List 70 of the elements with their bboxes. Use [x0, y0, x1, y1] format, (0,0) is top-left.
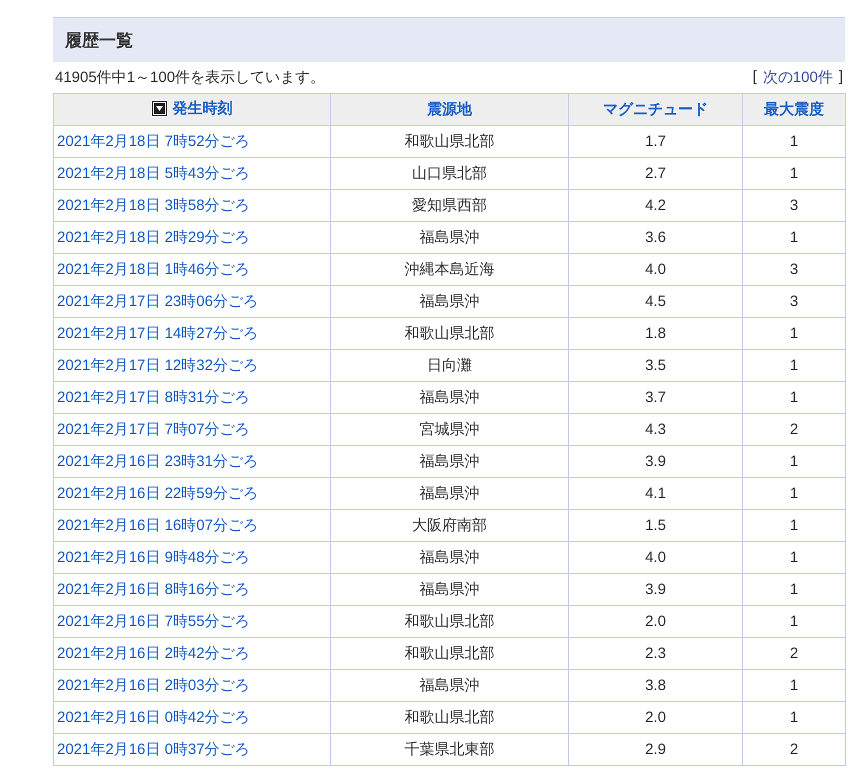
table-cell: 1 [742, 382, 846, 414]
table-cell: 日向灘 [330, 350, 568, 382]
table-cell: 4.1 [568, 478, 742, 510]
table-cell: 愛知県西部 [330, 190, 568, 222]
table-cell: 1 [742, 126, 846, 158]
bracket: ] [838, 68, 843, 87]
table-cell: 1 [742, 158, 846, 190]
table-cell: 2.0 [568, 702, 742, 734]
table-cell: 1 [742, 446, 846, 478]
table-cell: 3 [742, 190, 846, 222]
table-cell: 和歌山県北部 [330, 702, 568, 734]
table-cell: 3.9 [568, 574, 742, 606]
table-cell: 1.8 [568, 318, 742, 350]
table-cell: 福島県沖 [330, 222, 568, 254]
table-cell: 4.3 [568, 414, 742, 446]
table-cell: 1 [742, 318, 846, 350]
table-cell: 4.0 [568, 254, 742, 286]
table-cell: 1 [742, 702, 846, 734]
table-cell: 福島県沖 [330, 670, 568, 702]
table-cell: 福島県沖 [330, 446, 568, 478]
table-cell: 1 [742, 222, 846, 254]
table-cell: 和歌山県北部 [330, 606, 568, 638]
table-cell: 1 [742, 606, 846, 638]
column-header[interactable]: 震源地 [330, 94, 568, 126]
table-cell: 1 [742, 542, 846, 574]
table-cell: 1.7 [568, 126, 742, 158]
table-cell: 和歌山県北部 [330, 638, 568, 670]
table-cell: 2 [742, 414, 846, 446]
table-cell: 1.5 [568, 510, 742, 542]
table-cell: 宮城県沖 [330, 414, 568, 446]
bracket: [ [752, 68, 757, 87]
table-cell: 2.3 [568, 638, 742, 670]
table-cell: 3 [742, 254, 846, 286]
table-cell: 大阪府南部 [330, 510, 568, 542]
table-cell: 和歌山県北部 [330, 318, 568, 350]
table-cell: 4.0 [568, 542, 742, 574]
table-cell: 福島県沖 [330, 542, 568, 574]
table-cell: 4.5 [568, 286, 742, 318]
table-cell: 3.7 [568, 382, 742, 414]
column-header[interactable]: マグニチュード [568, 94, 742, 126]
table-cell: 3.9 [568, 446, 742, 478]
table-cell: 1 [742, 510, 846, 542]
table-cell: 千葉県北東部 [330, 734, 568, 766]
next-page-link[interactable]: 次の100件 [762, 68, 833, 87]
sort-descending-icon [152, 101, 166, 116]
table-cell: 3.5 [568, 350, 742, 382]
table-cell: 2.9 [568, 734, 742, 766]
table-cell: 1 [742, 478, 846, 510]
table-cell: 2.0 [568, 606, 742, 638]
table-cell: 1 [742, 574, 846, 606]
column-header[interactable]: 発生時刻 [54, 94, 330, 126]
column-header[interactable]: 最大震度 [742, 94, 846, 126]
table-cell: 4.2 [568, 190, 742, 222]
table-cell: 3.8 [568, 670, 742, 702]
result-summary: 41905件中1～100件を表示しています。 [55, 68, 326, 87]
table-cell: 福島県沖 [330, 286, 568, 318]
section-title: 履歴一覧 [65, 30, 133, 52]
table-cell: 和歌山県北部 [330, 126, 568, 158]
table-cell: 2 [742, 734, 846, 766]
table-cell: 2 [742, 638, 846, 670]
table-cell: 沖縄本島近海 [330, 254, 568, 286]
table-cell: 福島県沖 [330, 382, 568, 414]
table-cell: 山口県北部 [330, 158, 568, 190]
table-cell: 1 [742, 350, 846, 382]
table-cell: 2.7 [568, 158, 742, 190]
table-cell: 3 [742, 286, 846, 318]
table-cell: 1 [742, 670, 846, 702]
table-cell: 福島県沖 [330, 574, 568, 606]
table-cell: 福島県沖 [330, 478, 568, 510]
table-cell: 3.6 [568, 222, 742, 254]
